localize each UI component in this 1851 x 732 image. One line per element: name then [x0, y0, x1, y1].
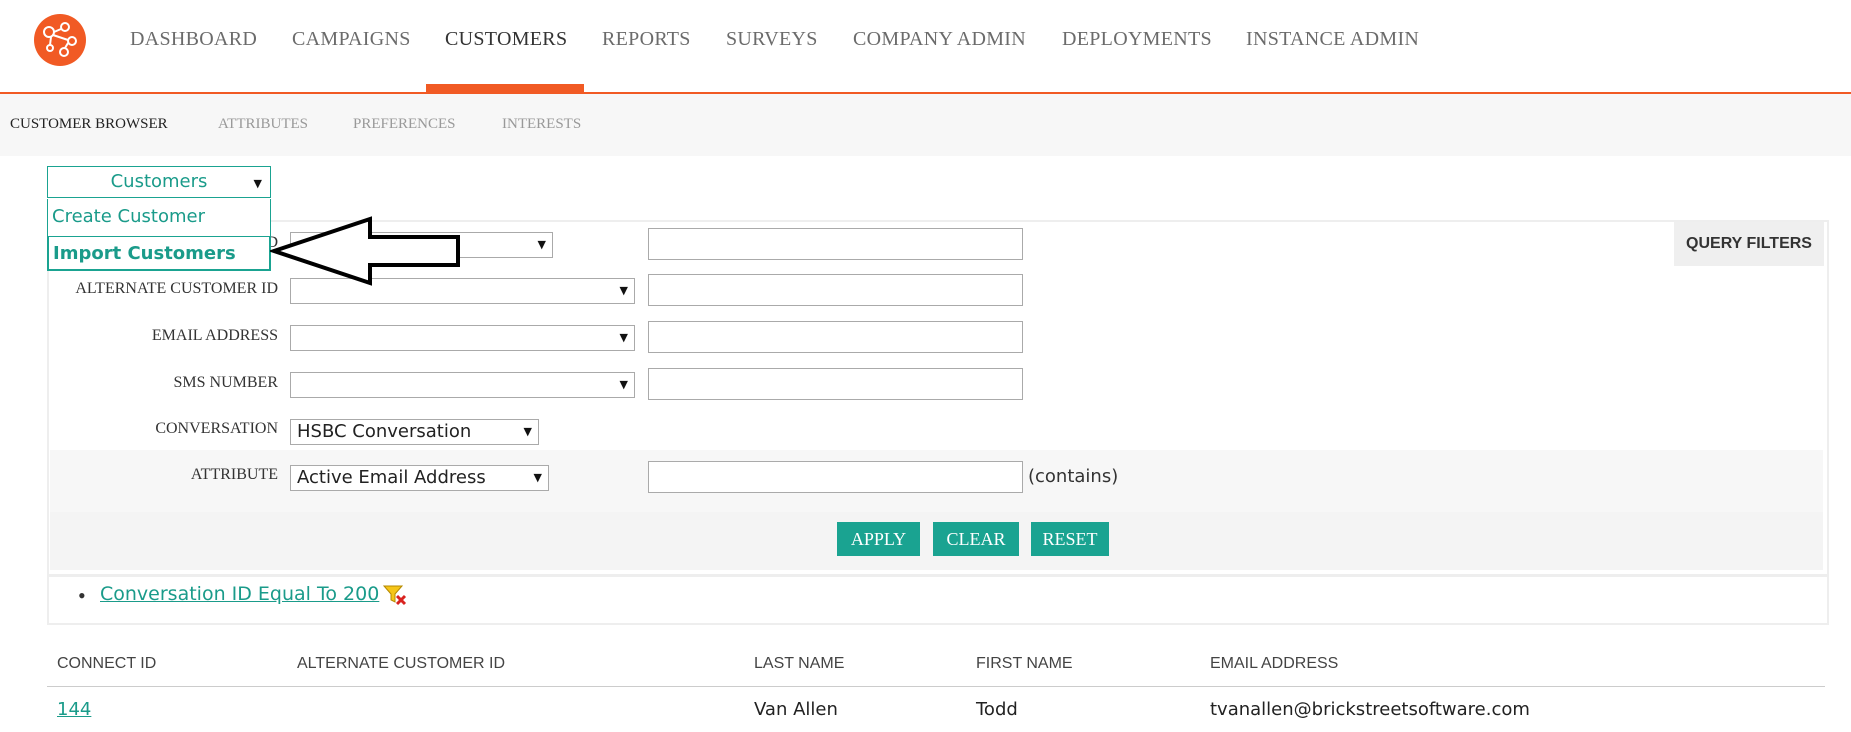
filter-label-alternate-customer-id: ALTERNATE CUSTOMER ID — [75, 280, 278, 297]
attribute-select-value: Active Email Address — [297, 467, 486, 488]
nav-surveys[interactable]: SURVEYS — [726, 28, 818, 51]
connect-id-link[interactable]: 144 — [57, 699, 91, 720]
column-header-alternate-id[interactable]: ALTERNATE CUSTOMER ID — [297, 655, 505, 673]
nav-deployments[interactable]: DEPLOYMENTS — [1062, 28, 1212, 51]
customers-dropdown-toggle[interactable]: Customers ▼ — [47, 166, 271, 198]
first-name-cell: Todd — [976, 699, 1018, 720]
column-header-connect-id[interactable]: CONNECT ID — [57, 655, 156, 673]
subnav-attributes[interactable]: ATTRIBUTES — [218, 116, 308, 133]
active-tab-indicator — [426, 84, 584, 92]
table-header-divider — [47, 686, 1825, 687]
chevron-down-icon: ▼ — [533, 471, 542, 484]
menu-item-import-customers[interactable]: Import Customers — [48, 236, 270, 270]
sms-operator-select[interactable]: ▼ — [290, 372, 635, 398]
last-name-cell: Van Allen — [754, 699, 838, 720]
filter-label-attribute: ATTRIBUTE — [190, 466, 278, 483]
chevron-down-icon: ▼ — [523, 425, 532, 438]
reset-button[interactable]: RESET — [1031, 522, 1109, 556]
subnav-interests[interactable]: INTERESTS — [502, 116, 581, 133]
nav-company-admin[interactable]: COMPANY ADMIN — [853, 28, 1026, 51]
query-filters-tab[interactable]: QUERY FILTERS — [1674, 222, 1824, 266]
subnav-preferences[interactable]: PREFERENCES — [353, 116, 456, 133]
conversation-select-value: HSBC Conversation — [297, 421, 472, 442]
customers-dropdown-value: Customers — [110, 171, 208, 192]
nav-reports[interactable]: REPORTS — [602, 28, 691, 51]
app-logo[interactable] — [34, 14, 86, 66]
subnav-customer-browser[interactable]: CUSTOMER BROWSER — [10, 116, 168, 133]
nav-instance-admin[interactable]: INSTANCE ADMIN — [1246, 28, 1419, 51]
sms-input[interactable] — [648, 368, 1023, 400]
chevron-down-icon: ▼ — [253, 177, 262, 190]
contains-hint: (contains) — [1028, 466, 1119, 487]
connect-id-input[interactable] — [648, 228, 1023, 260]
chevron-down-icon: ▼ — [619, 284, 628, 297]
menu-item-create-customer[interactable]: Create Customer — [48, 200, 270, 234]
alternate-id-input[interactable] — [648, 274, 1023, 306]
column-header-email[interactable]: EMAIL ADDRESS — [1210, 655, 1338, 673]
attribute-value-input[interactable] — [648, 461, 1023, 493]
annotation-arrow-icon — [270, 216, 460, 286]
filter-label-email-address: EMAIL ADDRESS — [151, 327, 278, 344]
email-cell: tvanallen@brickstreetsoftware.com — [1210, 699, 1530, 720]
filter-label-conversation: CONVERSATION — [155, 420, 278, 437]
nav-campaigns[interactable]: CAMPAIGNS — [292, 28, 411, 51]
clear-button[interactable]: CLEAR — [933, 522, 1019, 556]
chevron-down-icon: ▼ — [619, 378, 628, 391]
conversation-select[interactable]: HSBC Conversation ▼ — [290, 419, 539, 445]
nav-dashboard[interactable]: DASHBOARD — [130, 28, 257, 51]
bullet-icon: • — [78, 583, 86, 608]
email-operator-select[interactable]: ▼ — [290, 325, 635, 351]
column-header-first-name[interactable]: FIRST NAME — [976, 655, 1073, 673]
applied-filter-link[interactable]: Conversation ID Equal To 200 — [100, 583, 379, 605]
nav-customers[interactable]: CUSTOMERS — [445, 28, 567, 51]
chevron-down-icon: ▼ — [619, 331, 628, 344]
attribute-select[interactable]: Active Email Address ▼ — [290, 465, 549, 491]
filter-remove-icon[interactable] — [383, 584, 407, 606]
email-input[interactable] — [648, 321, 1023, 353]
chevron-down-icon: ▼ — [537, 238, 546, 251]
column-header-last-name[interactable]: LAST NAME — [754, 655, 844, 673]
apply-button[interactable]: APPLY — [837, 522, 920, 556]
filter-label-sms-number: SMS NUMBER — [173, 374, 278, 391]
